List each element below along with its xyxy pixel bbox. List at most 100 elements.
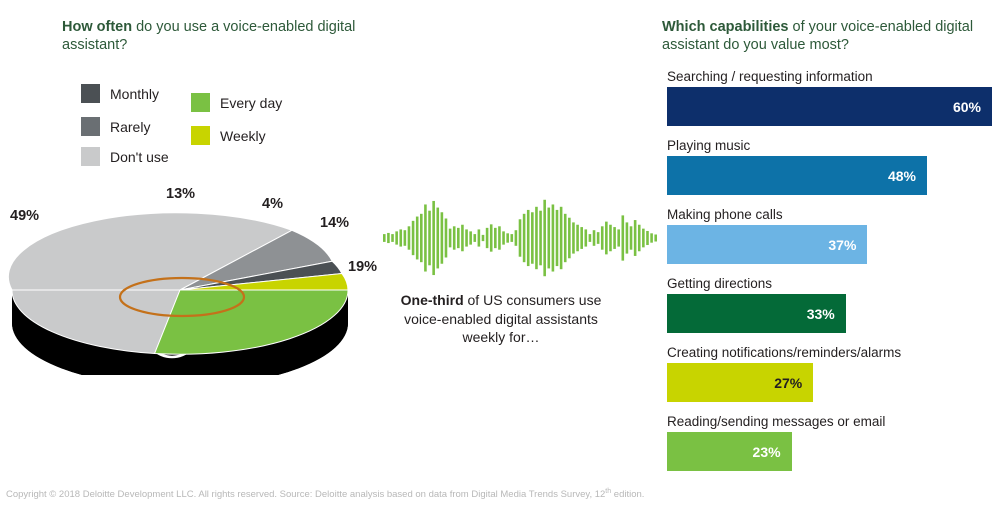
legend-label-every-day: Every day (220, 94, 283, 111)
waveform-bar (592, 230, 596, 246)
waveform-bar (617, 229, 620, 247)
waveform-bar (514, 230, 518, 246)
waveform-bar (621, 215, 625, 261)
footer-text-before: Copyright © 2018 Deloitte Development LL… (6, 489, 606, 501)
waveform-bar (584, 229, 588, 247)
waveform-bar (572, 222, 575, 254)
legend-label-weekly: Weekly (220, 127, 266, 144)
pie-value-weekly: 14% (320, 215, 350, 231)
bar-label: Playing music (667, 138, 751, 153)
waveform-bar (489, 224, 493, 252)
waveform-bar (637, 224, 641, 252)
waveform-bar (411, 220, 415, 256)
waveform-bar (535, 206, 538, 270)
waveform-bar (555, 209, 559, 267)
waveform-bar (605, 221, 608, 255)
waveform-bar (522, 213, 526, 263)
bar-label: Reading/sending messages or email (667, 414, 886, 429)
waveform-bar (596, 232, 600, 244)
waveform-bar (477, 229, 481, 247)
bar-track: 37% (667, 225, 997, 264)
left-panel-title: How often do you use a voice-enabled dig… (62, 18, 362, 54)
pie-value-rarely: 13% (166, 186, 196, 202)
bar-value: 23% (752, 443, 781, 460)
waveform-bar (531, 212, 534, 264)
waveform-bar (485, 227, 489, 249)
bar-fill: 60% (667, 87, 992, 126)
waveform-bar (526, 209, 530, 267)
waveform-bar (547, 207, 551, 269)
waveform-bar (494, 227, 497, 249)
waveform-bar (600, 226, 604, 250)
waveform-bar (551, 204, 555, 272)
waveform-bar (465, 229, 468, 247)
center-caption: One-third of US consumers use voice-enab… (385, 291, 617, 347)
bar-label: Searching / requesting information (667, 69, 873, 84)
bar-row: Searching / requesting information 60% (667, 68, 997, 126)
legend-item-monthly: Monthly (81, 84, 159, 103)
bar-value: 33% (806, 305, 835, 322)
bar-value: 37% (828, 236, 857, 253)
waveform-bar (654, 234, 657, 242)
bar-track: 27% (667, 363, 997, 402)
waveform-bar (576, 224, 579, 252)
legend-label-dont-use: Don't use (110, 148, 169, 165)
waveform-bar (502, 231, 505, 245)
legend-label-monthly: Monthly (110, 85, 160, 102)
bar-row: Playing music 48% (667, 137, 997, 195)
bar-fill: 37% (667, 225, 868, 264)
bar-label: Getting directions (667, 276, 773, 291)
bar-value: 60% (952, 98, 981, 115)
bar-track: 33% (667, 294, 997, 333)
waveform-bar (518, 219, 522, 257)
waveform-bar (481, 234, 485, 242)
waveform-bar (444, 218, 448, 258)
bar-label: Creating notifications/reminders/alarms (667, 345, 902, 360)
bar-row: Creating notifications/reminders/alarms 2… (667, 344, 997, 402)
waveform-bar (403, 230, 407, 246)
waveform-bar (613, 227, 616, 249)
bar-value: 27% (774, 374, 803, 391)
waveform-bar (642, 228, 645, 248)
waveform-bar (457, 227, 460, 249)
waveform-bar (383, 234, 386, 242)
waveform-bar (469, 231, 472, 245)
waveform-bar (633, 220, 637, 256)
waveform-bar (391, 234, 394, 242)
bar-label: Making phone calls (667, 207, 783, 222)
pie-value-every-day: 19% (348, 259, 378, 275)
waveform-bar (399, 229, 403, 247)
waveform-bar (539, 210, 542, 266)
waveform-bar (448, 228, 452, 248)
waveform-bar (625, 222, 629, 254)
bar-track: 60% (667, 87, 997, 126)
bar-fill: 33% (667, 294, 846, 333)
waveform-bar (436, 207, 440, 269)
legend-swatch-weekly (191, 126, 210, 145)
waveform-bar (415, 216, 419, 260)
waveform-bar (461, 224, 464, 252)
footer-copyright: Copyright © 2018 Deloitte Development LL… (6, 488, 644, 500)
pie-chart-3d-speaker (0, 185, 360, 375)
pie-value-dont-use: 49% (10, 208, 40, 224)
audio-waveform-icon (383, 196, 657, 280)
waveform-bar (510, 234, 514, 242)
waveform-bar (559, 206, 563, 270)
waveform-bar (432, 200, 435, 276)
bar-track: 48% (667, 156, 997, 195)
center-caption-bold: One-third (400, 292, 464, 308)
footer-text-after: edition. (611, 489, 645, 501)
legend-swatch-every-day (191, 93, 210, 112)
waveform-bar (420, 213, 423, 263)
waveform-bar (580, 227, 583, 249)
legend-item-weekly: Weekly (191, 126, 266, 145)
legend-swatch-monthly (81, 84, 100, 103)
right-panel-title-bold: Which capabilities (662, 19, 789, 35)
waveform-bar (452, 226, 456, 250)
bar-row: Reading/sending messages or email 23% (667, 413, 997, 471)
legend-item-every-day: Every day (191, 93, 282, 112)
right-panel-title: Which capabilities of your voice-enabled… (662, 18, 992, 54)
capabilities-bar-chart: Searching / requesting information 60% Pla… (667, 68, 997, 482)
waveform-bar (473, 234, 477, 242)
waveform-bar (646, 230, 649, 246)
